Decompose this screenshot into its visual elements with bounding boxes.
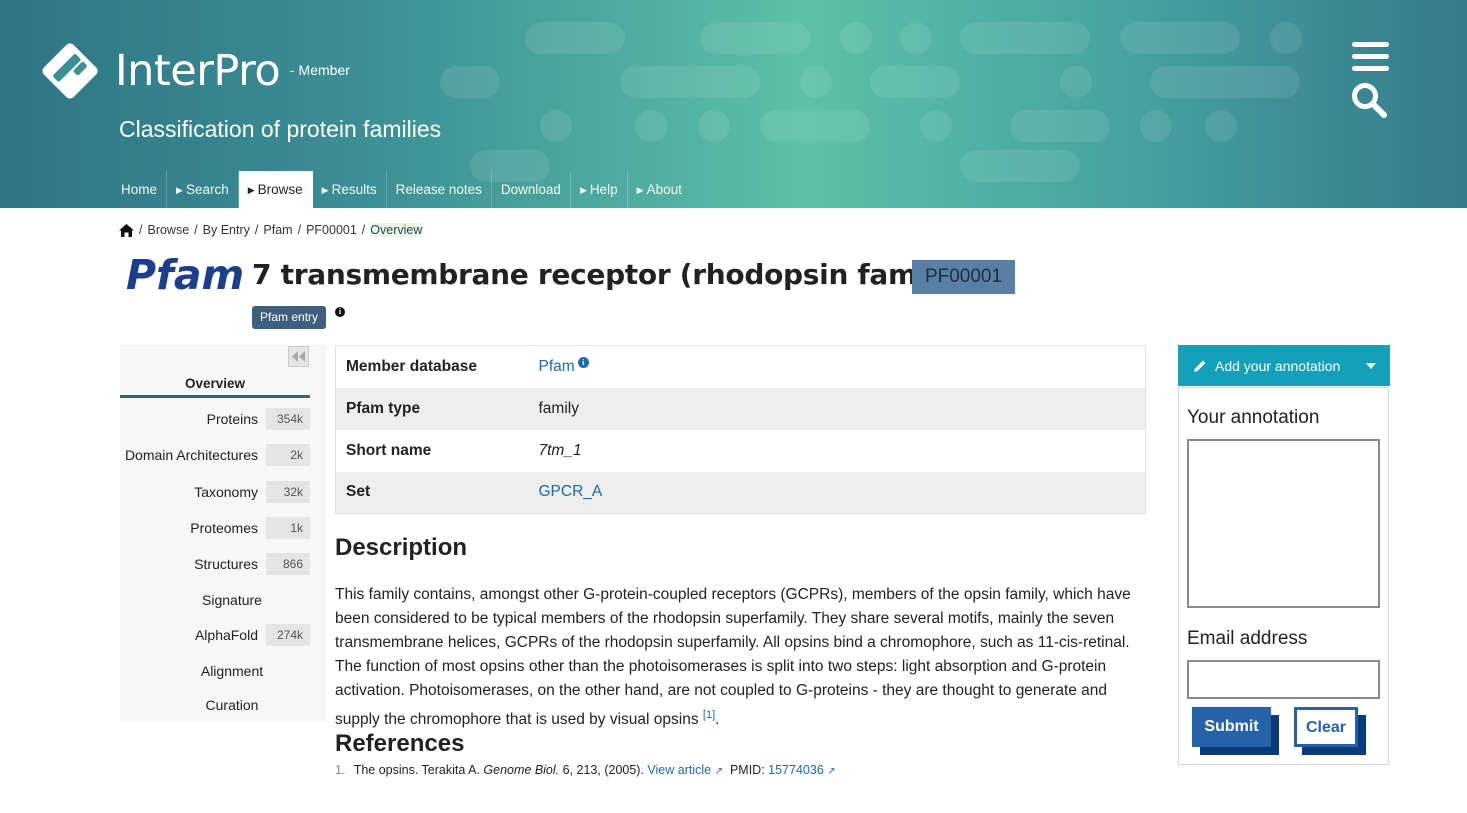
side-menu-item-proteomes[interactable]: Proteomes 1k: [120, 516, 310, 540]
pencil-icon: [1194, 360, 1206, 372]
nav-download[interactable]: Download: [492, 171, 571, 208]
annotation-label: Your annotation: [1187, 407, 1320, 428]
entry-info-table: Member database Pfam i Pfam type family S…: [335, 345, 1146, 514]
side-menu-item-signature[interactable]: Signature: [120, 588, 310, 612]
side-menu-item-taxonomy[interactable]: Taxonomy 32k: [120, 480, 310, 504]
side-menu-item-domain-architectures[interactable]: Domain Architectures 2k: [120, 443, 310, 467]
pfam-logo: Pfam: [126, 251, 244, 297]
external-link-icon: ↗: [827, 766, 836, 777]
hamburger-menu-icon[interactable]: [1352, 42, 1389, 72]
entry-type-badge: Pfam entry: [252, 306, 327, 329]
search-icon[interactable]: [1350, 82, 1388, 118]
double-chevron-left-icon: [292, 351, 305, 362]
breadcrumb-pfam[interactable]: Pfam: [263, 223, 292, 237]
row-key: Member database: [346, 357, 477, 375]
nav-search[interactable]: ▶ Search: [167, 171, 239, 208]
count-badge: 2k: [266, 444, 310, 466]
caret-right-icon: ▶: [636, 185, 644, 195]
breadcrumb-separator: /: [361, 223, 366, 237]
nav-help[interactable]: ▶ Help: [571, 171, 628, 208]
nav-results[interactable]: ▶ Results: [313, 171, 387, 208]
reference-item: 1. The opsins. Terakita A. Genome Biol. …: [335, 763, 836, 777]
site-tagline: Classification of protein families: [119, 116, 442, 142]
description-heading: Description: [335, 534, 468, 561]
side-menu-overview[interactable]: Overview: [120, 376, 310, 398]
breadcrumb: / Browse / By Entry / Pfam / PF00001 / O…: [119, 223, 423, 237]
email-field[interactable]: [1187, 660, 1380, 699]
annotation-textarea[interactable]: [1187, 439, 1380, 608]
side-menu-item-curation[interactable]: Curation: [120, 693, 310, 717]
row-value: family: [538, 387, 1146, 430]
nav-home[interactable]: Home: [112, 171, 168, 208]
brand-subtitle: - Member: [290, 62, 350, 78]
breadcrumb-accession[interactable]: PF00001: [306, 223, 357, 237]
page-title: 7 transmembrane receptor (rhodopsin fami…: [252, 258, 966, 291]
email-label: Email address: [1187, 628, 1308, 649]
info-icon[interactable]: i: [335, 307, 345, 317]
caret-right-icon: ▶: [579, 185, 587, 195]
table-row: Set GPCR_A: [335, 471, 1146, 514]
breadcrumb-current: Overview: [370, 223, 423, 237]
accession-badge: PF00001: [912, 260, 1015, 294]
nav-release-notes[interactable]: Release notes: [387, 171, 492, 208]
caret-right-icon: ▶: [176, 185, 183, 195]
view-article-link[interactable]: View article ↗: [647, 763, 723, 777]
breadcrumb-separator: /: [297, 223, 302, 237]
description-text: This family contains, amongst other G-pr…: [335, 586, 1131, 729]
row-value: 7tm_1: [538, 441, 582, 459]
references-heading: References: [335, 730, 465, 757]
set-link[interactable]: GPCR_A: [539, 483, 603, 500]
clear-button[interactable]: Clear: [1294, 707, 1358, 747]
submit-button[interactable]: Submit: [1192, 707, 1271, 747]
collapse-menu-button[interactable]: [288, 346, 309, 367]
caret-down-icon[interactable]: [1366, 363, 1376, 369]
caret-right-icon: ▶: [321, 185, 329, 195]
main-nav: Home ▶ Search ▶ Browse ▶ Results Release no…: [112, 171, 691, 208]
side-menu-item-proteins[interactable]: Proteins 354k: [120, 407, 310, 431]
count-badge: 32k: [266, 481, 310, 503]
count-badge: 354k: [266, 408, 310, 430]
side-menu-item-alphafold[interactable]: AlphaFold 274k: [120, 623, 310, 647]
nav-browse[interactable]: ▶ Browse: [238, 171, 313, 208]
brand-name[interactable]: InterPro: [115, 46, 281, 96]
interpro-logo-icon[interactable]: [40, 41, 100, 101]
site-header: InterPro - Member Classification of prot…: [0, 0, 1467, 208]
citation-link[interactable]: [1]: [703, 709, 715, 721]
breadcrumb-separator: /: [254, 223, 259, 237]
row-key: Pfam type: [335, 387, 539, 430]
nav-about[interactable]: ▶ About: [628, 171, 691, 208]
row-key: Short name: [346, 441, 432, 459]
info-icon[interactable]: i: [577, 357, 589, 369]
table-row: Pfam type family: [335, 387, 1146, 430]
breadcrumb-by-entry[interactable]: By Entry: [203, 223, 250, 237]
count-badge: 1k: [266, 517, 310, 539]
pmid-link[interactable]: 15774036 ↗: [768, 763, 836, 777]
member-database-link[interactable]: Pfam: [539, 358, 575, 375]
count-badge: 866: [266, 553, 310, 575]
breadcrumb-separator: /: [139, 223, 143, 237]
svg-text:Pfam: Pfam: [126, 251, 244, 297]
table-row: Short name 7tm_1: [336, 430, 1146, 472]
external-link-icon: ↗: [714, 766, 723, 777]
table-row: Member database Pfam i: [336, 346, 1146, 388]
breadcrumb-browse[interactable]: Browse: [147, 223, 189, 237]
home-icon[interactable]: [119, 223, 134, 237]
add-annotation-button[interactable]: Add your annotation: [1178, 345, 1390, 386]
row-key: Set: [335, 471, 539, 514]
breadcrumb-separator: /: [194, 223, 198, 237]
side-menu-item-structures[interactable]: Structures 866: [120, 552, 310, 576]
side-menu-item-alignment[interactable]: Alignment: [120, 659, 310, 683]
caret-right-icon: ▶: [247, 185, 255, 195]
count-badge: 274k: [266, 624, 310, 646]
